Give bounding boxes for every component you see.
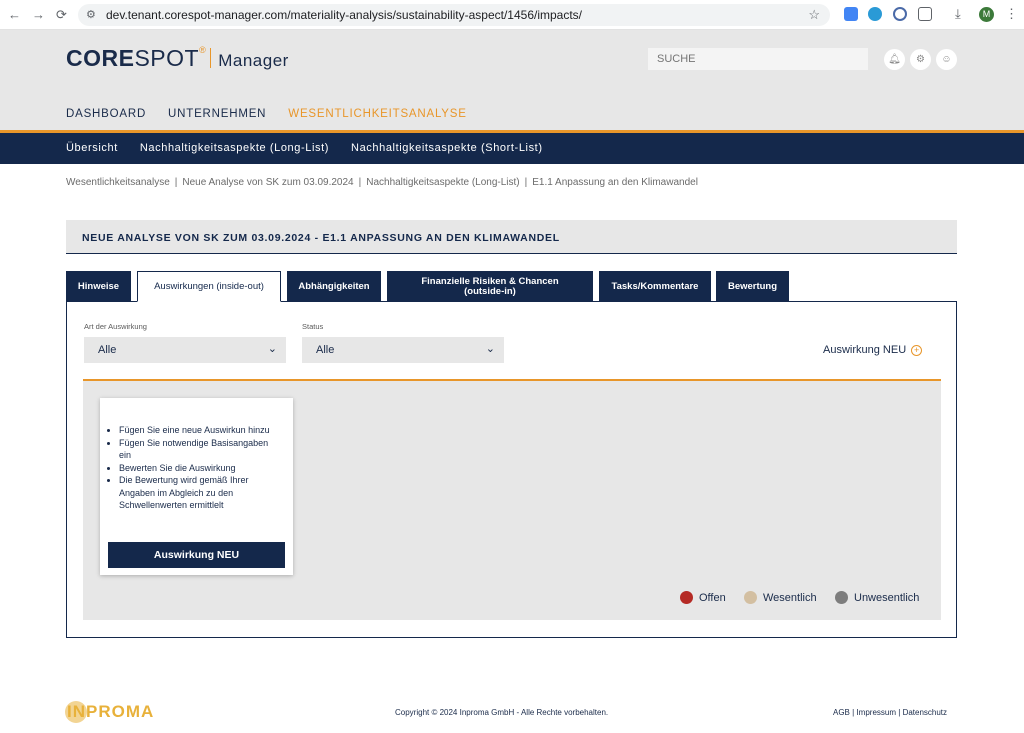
tab-hinweise[interactable]: Hinweise bbox=[66, 271, 131, 302]
subnav-uebersicht[interactable]: Übersicht bbox=[66, 142, 118, 154]
extension-password-icon[interactable] bbox=[893, 7, 907, 21]
legend-item-wesentlich: Wesentlich bbox=[744, 591, 817, 604]
tab-bewertung[interactable]: Bewertung bbox=[716, 271, 789, 302]
legend-item-unwesentlich: Unwesentlich bbox=[835, 591, 919, 604]
tab-finanzielle-risiken-line1: Finanzielle Risiken & Chancen bbox=[421, 275, 559, 287]
subnav-long-list[interactable]: Nachhaltigkeitsaspekte (Long-List) bbox=[140, 142, 329, 154]
instruction-item: Fügen Sie eine neue Auswirkun hinzu bbox=[119, 424, 279, 437]
download-icon[interactable]: ⤓ bbox=[955, 6, 961, 22]
inproma-logo: INPROMA bbox=[65, 701, 155, 723]
logo-core-text: CORE bbox=[66, 45, 135, 71]
back-arrow-icon[interactable]: ← bbox=[8, 7, 21, 22]
tab-finanzielle-risiken-line2: (outside-in) bbox=[464, 285, 516, 297]
url-text[interactable]: dev.tenant.corespot-manager.com/material… bbox=[106, 8, 582, 22]
breadcrumb-separator: | bbox=[174, 177, 178, 188]
breadcrumb-item[interactable]: Wesentlichkeitsanalyse bbox=[66, 177, 170, 188]
impacts-list-area: Fügen Sie eine neue Auswirkun hinzu Füge… bbox=[83, 379, 941, 620]
page-title: NEUE ANALYSE VON SK ZUM 03.09.2024 - E1.… bbox=[82, 232, 560, 244]
filter-type-value: Alle bbox=[98, 344, 117, 356]
subnav-short-list[interactable]: Nachhaltigkeitsaspekte (Short-List) bbox=[351, 142, 543, 154]
breadcrumb-separator: | bbox=[524, 177, 528, 188]
legend-label: Unwesentlich bbox=[854, 591, 920, 604]
nav-unternehmen[interactable]: UNTERNEHMEN bbox=[168, 108, 266, 120]
address-bar[interactable]: ⚙ dev.tenant.corespot-manager.com/materi… bbox=[78, 4, 830, 26]
tab-content-panel: Art der Auswirkung Alle ⌄ Status Alle ⌄ … bbox=[66, 301, 957, 638]
tab-abhaengigkeiten[interactable]: Abhängigkeiten bbox=[287, 271, 381, 302]
new-impact-link-label: Auswirkung NEU bbox=[823, 344, 907, 356]
status-dot-wesentlich bbox=[744, 591, 757, 604]
inproma-logo-text: INPROMA bbox=[67, 702, 155, 721]
instruction-item: Fügen Sie notwendige Basisangaben ein bbox=[119, 437, 279, 462]
filter-status-value: Alle bbox=[316, 344, 335, 356]
footer-link-impressum[interactable]: Impressum bbox=[856, 708, 896, 717]
extension-docs-icon[interactable] bbox=[844, 7, 858, 21]
chevron-down-icon: ⌄ bbox=[267, 343, 277, 355]
filter-status-label: Status bbox=[302, 322, 324, 331]
forward-arrow-icon[interactable]: → bbox=[32, 7, 45, 22]
logo-spot-text: SPOT bbox=[134, 45, 200, 71]
breadcrumb-item[interactable]: Nachhaltigkeitsaspekte (Long-List) bbox=[366, 177, 519, 188]
breadcrumb-item-current: E1.1 Anpassung an den Klimawandel bbox=[532, 177, 698, 188]
footer-link-datenschutz[interactable]: Datenschutz bbox=[903, 708, 947, 717]
legend-label: Wesentlich bbox=[763, 591, 817, 604]
copyright-text: Copyright © 2024 Inproma GmbH - Alle Rec… bbox=[395, 708, 609, 717]
instructions-list: Fügen Sie eine neue Auswirkun hinzu Füge… bbox=[119, 424, 279, 512]
filter-type-select[interactable]: Alle ⌄ bbox=[84, 337, 286, 363]
extensions-puzzle-icon[interactable] bbox=[918, 7, 932, 21]
empty-state-card: Fügen Sie eine neue Auswirkun hinzu Füge… bbox=[100, 398, 293, 575]
gear-icon[interactable]: ⚙ bbox=[910, 49, 931, 70]
status-dot-offen bbox=[680, 591, 693, 604]
nav-wesentlichkeitsanalyse[interactable]: WESENTLICHKEITSANALYSE bbox=[288, 108, 466, 120]
new-impact-button[interactable]: Auswirkung NEU bbox=[108, 542, 285, 568]
instruction-item: Bewerten Sie die Auswirkung bbox=[119, 462, 279, 475]
status-dot-unwesentlich bbox=[835, 591, 848, 604]
new-impact-link[interactable]: Auswirkung NEU + bbox=[823, 344, 923, 356]
footer-link-separator: | bbox=[898, 708, 901, 717]
search-input[interactable] bbox=[648, 48, 868, 70]
breadcrumb: Wesentlichkeitsanalyse | Neue Analyse von … bbox=[66, 177, 698, 188]
tab-tasks-kommentare[interactable]: Tasks/Kommentare bbox=[599, 271, 711, 302]
browser-toolbar: ← → ⟳ ⚙ dev.tenant.corespot-manager.com/… bbox=[0, 0, 1024, 30]
legend-label: Offen bbox=[699, 591, 726, 604]
profile-avatar[interactable]: M bbox=[979, 7, 994, 22]
tab-finanzielle-risiken[interactable]: Finanzielle Risiken & Chancen (outside-i… bbox=[387, 271, 593, 302]
footer-link-agb[interactable]: AGB bbox=[833, 708, 850, 717]
breadcrumb-separator: | bbox=[358, 177, 362, 188]
filter-status-select[interactable]: Alle ⌄ bbox=[302, 337, 504, 363]
instruction-item: Die Bewertung wird gemäß Ihrer Angaben i… bbox=[119, 474, 279, 512]
logo-registered-mark: ® bbox=[199, 45, 207, 55]
nav-dashboard[interactable]: DASHBOARD bbox=[66, 108, 146, 120]
logo-divider bbox=[210, 48, 212, 68]
plus-circle-icon: + bbox=[911, 344, 923, 356]
site-settings-icon[interactable]: ⚙ bbox=[86, 8, 96, 21]
app-header: CORESPOT® Manager 🔔︎ ⚙ ☺ DASHBOARD UNTERN… bbox=[0, 30, 1024, 130]
bookmark-star-icon[interactable]: ☆ bbox=[808, 7, 820, 23]
browser-menu-icon[interactable]: ⋮ bbox=[1005, 6, 1018, 22]
extension-cloud-icon[interactable] bbox=[868, 7, 882, 21]
tab-auswirkungen[interactable]: Auswirkungen (inside-out) bbox=[137, 271, 281, 302]
main-nav: DASHBOARD UNTERNEHMEN WESENTLICHKEITSANA… bbox=[66, 108, 467, 120]
reload-icon[interactable]: ⟳ bbox=[56, 7, 67, 23]
filter-type-label: Art der Auswirkung bbox=[84, 322, 147, 331]
logo-manager-text: Manager bbox=[218, 51, 289, 70]
footer-links: AGB | Impressum | Datenschutz bbox=[833, 708, 947, 717]
sub-nav: Übersicht Nachhaltigkeitsaspekte (Long-L… bbox=[0, 130, 1024, 164]
chevron-down-icon: ⌄ bbox=[485, 343, 495, 355]
page-title-band: NEUE ANALYSE VON SK ZUM 03.09.2024 - E1.… bbox=[66, 220, 957, 254]
bell-icon[interactable]: 🔔︎ bbox=[884, 49, 905, 70]
corespot-logo[interactable]: CORESPOT® Manager bbox=[66, 45, 289, 72]
legend-item-offen: Offen bbox=[680, 591, 726, 604]
user-icon[interactable]: ☺ bbox=[936, 49, 957, 70]
footer-link-separator: | bbox=[852, 708, 855, 717]
breadcrumb-item[interactable]: Neue Analyse von SK zum 03.09.2024 bbox=[182, 177, 353, 188]
